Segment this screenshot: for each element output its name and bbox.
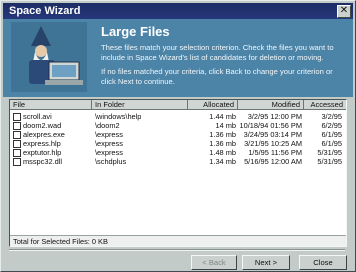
folder-path: \windows\help bbox=[95, 112, 142, 121]
page-title: Large Files bbox=[101, 24, 170, 39]
allocated-size: 14 mb bbox=[215, 121, 236, 130]
window-title: Space Wizard bbox=[9, 5, 81, 17]
table-row[interactable]: alexpres.exe \express 1.36 mb 3/24/95 03… bbox=[10, 130, 346, 139]
button-divider bbox=[9, 249, 345, 251]
file-name: doom2.wad bbox=[23, 121, 62, 130]
folder-path: \express bbox=[95, 130, 123, 139]
accessed-date: 6/1/95 bbox=[321, 139, 342, 148]
table-row[interactable]: scroll.avi \windows\help 1.44 mb 3/2/95 … bbox=[10, 112, 346, 121]
selected-total: Total for Selected Files: 0 KB bbox=[10, 235, 346, 246]
file-checkbox[interactable] bbox=[13, 113, 21, 121]
allocated-size: 1.36 mb bbox=[209, 139, 236, 148]
file-checkbox[interactable] bbox=[13, 122, 21, 130]
accessed-date: 6/2/95 bbox=[321, 121, 342, 130]
accessed-date: 5/31/95 bbox=[317, 157, 342, 166]
close-icon: ✕ bbox=[339, 5, 349, 16]
column-header-allocated[interactable]: Allocated bbox=[188, 100, 238, 110]
file-name: express.hlp bbox=[23, 139, 61, 148]
modified-date: 3/21/95 10:25 AM bbox=[244, 139, 302, 148]
instructions-line-1: These files match your selection criteri… bbox=[101, 43, 334, 62]
accessed-date: 3/2/95 bbox=[321, 112, 342, 121]
next-button[interactable]: Next > bbox=[242, 255, 290, 270]
column-header-modified[interactable]: Modified bbox=[238, 100, 304, 110]
close-button[interactable]: Close bbox=[299, 255, 347, 270]
allocated-size: 1.34 mb bbox=[209, 157, 236, 166]
modified-date: 5/16/95 12:00 AM bbox=[244, 157, 302, 166]
file-checkbox[interactable] bbox=[13, 131, 21, 139]
file-name: alexpres.exe bbox=[23, 130, 65, 139]
table-row[interactable]: express.hlp \express 1.36 mb 3/21/95 10:… bbox=[10, 139, 346, 148]
instructions-line-2: If no files matched your criteria, click… bbox=[101, 67, 333, 86]
allocated-size: 1.44 mb bbox=[209, 112, 236, 121]
accessed-date: 5/31/95 bbox=[317, 148, 342, 157]
column-header-accessed[interactable]: Accessed bbox=[304, 100, 346, 110]
file-name: exptutor.hlp bbox=[23, 148, 62, 157]
modified-date: 3/2/95 12:00 PM bbox=[247, 112, 302, 121]
file-checkbox[interactable] bbox=[13, 149, 21, 157]
folder-path: \doom2 bbox=[95, 121, 120, 130]
title-bar[interactable]: Space Wizard ✕ bbox=[3, 3, 353, 19]
back-button[interactable]: < Back bbox=[191, 255, 237, 270]
large-files-list[interactable]: File In Folder Allocated Modified Access… bbox=[9, 99, 347, 247]
column-header-file[interactable]: File bbox=[10, 100, 92, 110]
instructions: These files match your selection criteri… bbox=[101, 43, 347, 91]
file-checkbox[interactable] bbox=[13, 158, 21, 166]
column-header-folder[interactable]: In Folder bbox=[92, 100, 188, 110]
file-checkbox[interactable] bbox=[13, 140, 21, 148]
file-name: msspc32.dll bbox=[23, 157, 63, 166]
modified-date: 10/18/94 01:56 PM bbox=[239, 121, 302, 130]
wizard-header: Large Files These files match your selec… bbox=[3, 19, 353, 97]
table-row[interactable]: doom2.wad \doom2 14 mb 10/18/94 01:56 PM… bbox=[10, 121, 346, 130]
folder-path: \schdplus bbox=[95, 157, 127, 166]
table-row[interactable]: msspc32.dll \schdplus 1.34 mb 5/16/95 12… bbox=[10, 157, 346, 166]
table-row[interactable]: exptutor.hlp \express 1.48 mb 1/5/95 11:… bbox=[10, 148, 346, 157]
space-wizard-window: Space Wizard ✕ Large Files These files m… bbox=[0, 0, 356, 272]
close-window-button[interactable]: ✕ bbox=[337, 5, 351, 18]
modified-date: 1/5/95 11:56 PM bbox=[248, 148, 302, 157]
allocated-size: 1.36 mb bbox=[209, 130, 236, 139]
allocated-size: 1.48 mb bbox=[209, 148, 236, 157]
folder-path: \express bbox=[95, 139, 123, 148]
accessed-date: 6/1/95 bbox=[321, 130, 342, 139]
folder-path: \express bbox=[95, 148, 123, 157]
wizard-with-laptop-icon bbox=[11, 22, 87, 92]
modified-date: 3/24/95 03:14 PM bbox=[243, 130, 302, 139]
file-name: scroll.avi bbox=[23, 112, 52, 121]
